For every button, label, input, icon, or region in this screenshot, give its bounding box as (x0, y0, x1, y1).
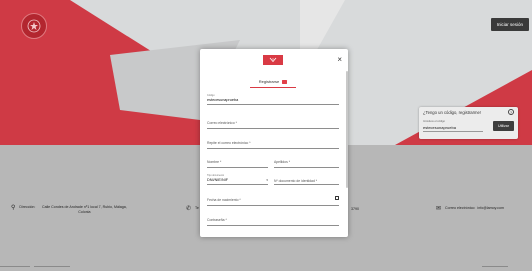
doc-type-value[interactable]: DNI/NIE/NIF (207, 178, 228, 182)
password-field-underline (207, 225, 339, 226)
phone-suffix: 3790 (351, 207, 359, 211)
doc-number-field-underline (274, 184, 339, 185)
code-registration-card: ¿Tengo un código, registrarme! ? Introdu… (419, 107, 518, 139)
phone-icon: ✆ (186, 206, 192, 212)
code-card-question: ¿Tengo un código, registrarme! (423, 110, 481, 115)
doc-type-underline (207, 184, 268, 185)
location-pin-icon: ⚲ (11, 205, 16, 211)
calendar-icon[interactable] (335, 196, 339, 200)
doc-type-select[interactable]: Tipo documento DNI/NIE/NIF ▾ (207, 174, 268, 186)
brand-mark-icon (269, 57, 277, 63)
first-name-field[interactable]: Nombre * (207, 157, 268, 169)
email-field[interactable]: Correo electrónico * (207, 118, 339, 130)
doc-type-label: Tipo documento (207, 174, 225, 177)
email-repeat-field[interactable]: Repite el correo electrónico * (207, 138, 339, 150)
bottom-divider-left (0, 266, 30, 267)
birth-date-field-label: Fecha de nacimiento * (207, 198, 241, 202)
brand-emblem-icon[interactable] (21, 13, 47, 39)
birth-date-field[interactable]: Fecha de nacimiento * (207, 195, 339, 207)
address-label: Dirección: (19, 205, 36, 209)
password-field[interactable]: Contraseña * (207, 215, 339, 227)
footer-phone-suffix: 3790 (351, 207, 359, 211)
code-field-label: Código (207, 94, 215, 97)
help-icon[interactable]: ? (508, 109, 514, 115)
email-label: Correo electrónico: (445, 206, 476, 210)
last-name-field-label: Apellidos * (274, 160, 291, 164)
modal-scrollbar-thumb[interactable] (345, 71, 348, 188)
footer-phone: ✆ Te (186, 206, 199, 212)
email-repeat-field-underline (207, 148, 339, 149)
code-field-value[interactable]: estecesunaprueba (207, 98, 238, 102)
code-field[interactable]: Código estecesunaprueba (207, 94, 339, 106)
phone-prefix: Te (195, 206, 199, 210)
first-name-field-underline (207, 167, 268, 168)
chevron-down-icon[interactable]: ▾ (266, 178, 268, 182)
code-card-input[interactable]: estecesunaprueba (423, 125, 456, 130)
password-field-label: Contraseña * (207, 218, 227, 222)
address-value: Calle Condes de Andrade nº1 local 7, Rub… (41, 205, 127, 214)
first-name-field-label: Nombre * (207, 160, 222, 164)
email-field-label: Correo electrónico * (207, 121, 237, 125)
bottom-bar (0, 262, 532, 271)
close-icon[interactable]: × (337, 56, 342, 64)
login-button[interactable]: Iniciar sesión (490, 18, 529, 31)
email-link[interactable]: info@lamoy.com (477, 206, 504, 210)
birth-date-field-underline (207, 205, 339, 206)
tab-badge-icon (282, 79, 288, 84)
doc-number-field[interactable]: Nº documento de identidad * (274, 174, 339, 186)
email-repeat-field-label: Repite el correo electrónico * (207, 141, 251, 145)
tab-register-label: Registrarse (258, 79, 280, 84)
modal-brand-logo (263, 55, 283, 65)
last-name-field[interactable]: Apellidos * (274, 157, 339, 169)
mail-icon: ✉ (436, 206, 442, 212)
footer-email: ✉ Correo electrónico: info@lamoy.com (436, 206, 504, 212)
use-code-button[interactable]: Utilizar (493, 121, 514, 131)
doc-number-field-label: Nº documento de identidad * (274, 179, 318, 183)
tab-register[interactable]: Registrarse (250, 76, 296, 88)
email-field-underline (207, 128, 339, 129)
bottom-divider-mid (34, 266, 70, 267)
footer-address: ⚲ Dirección: Calle Condes de Andrade nº1… (11, 205, 130, 214)
code-field-underline (207, 104, 339, 105)
bottom-divider-right (482, 266, 508, 267)
last-name-field-underline (274, 167, 339, 168)
code-card-underline (423, 131, 483, 132)
registration-modal: × Registrarse Código estecesunaprueba Co… (200, 49, 348, 237)
code-card-label: Introduce el código (423, 120, 445, 123)
